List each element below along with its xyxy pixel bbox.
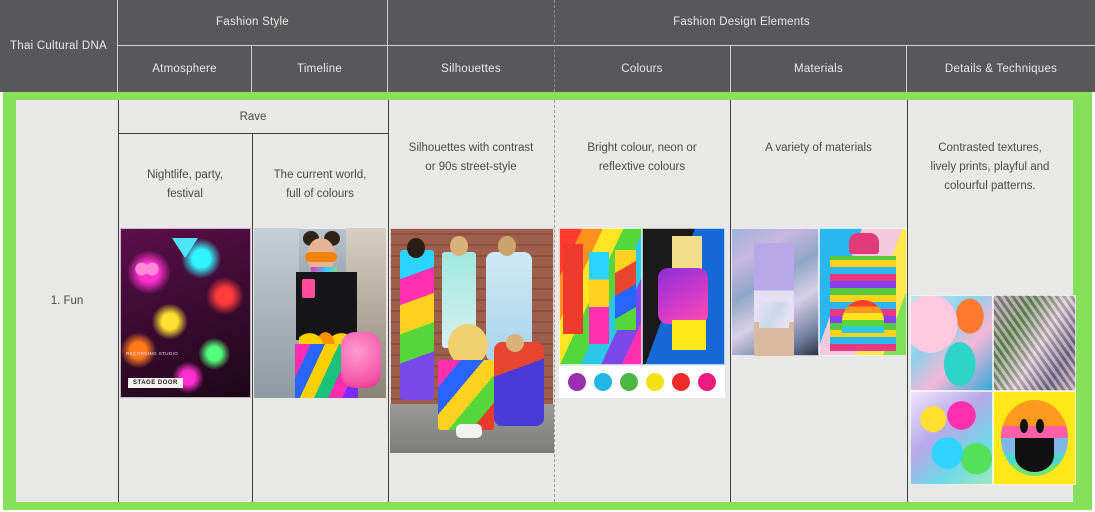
holographic-outfit-model [753,243,795,356]
woman-print-dress [615,250,636,330]
corner-header-thai-cultural-dna: Thai Cultural DNA [0,0,118,92]
group-header-fashion-style-label: Fashion Style [216,16,289,29]
grid-line-silhouettes-colours-dashed [554,100,555,502]
body-cell-silhouettes-text: Silhouettes with contrast or 90s street-… [408,142,534,173]
column-header-details-label: Details & Techniques [944,62,1058,75]
tie-dye-print-swatch [910,391,993,485]
merged-cell-rave: Rave [118,100,388,133]
rainbow-knit-sweater-backpack-photo [819,228,907,356]
neon-arcade-photo: RECORDING STUDIO STAGE DOOR [120,228,251,398]
body-cell-materials-text: A variety of materials [765,142,872,154]
smiley-eye-right [1036,419,1044,434]
body-cell-details-text: Contrasted textures, lively prints, play… [930,142,1050,192]
neon-stage-door-label: STAGE DOOR [128,378,183,388]
column-header-details-techniques: Details & Techniques [907,45,1095,92]
woman-print-jumpsuit [589,252,609,344]
white-sneakers [456,424,482,438]
body-cell-colours-text: Bright colour, neon or reflextive colour… [587,142,697,173]
group-header-fashion-style: Fashion Style [118,0,388,45]
column-header-materials-label: Materials [794,62,843,75]
yellow-shorts [672,320,706,350]
grid-line-atmosphere-timeline [252,134,253,502]
grid-line-materials-details [907,100,908,502]
star-cap [848,233,879,254]
purple-fur-jacket [658,268,708,324]
column-header-timeline-label: Timeline [296,62,343,75]
smiley-eye-left [1020,419,1028,434]
street-style-neon-outfit-photo [254,228,386,398]
swatch-green [620,373,638,391]
neon-cocktail-sign [172,238,198,258]
smiley-mouth [1014,438,1055,472]
body-cell-atmosphere-text: Nightlife, party, festival [147,169,223,200]
column-header-atmosphere: Atmosphere [118,45,252,92]
holographic-shorts [759,302,790,328]
column-header-silhouettes-label: Silhouettes [441,62,501,75]
neon-heart-sign [134,262,160,284]
person-1-coat [400,250,434,400]
swatch-red [672,373,690,391]
row-label: 1. Fun [50,295,84,307]
merged-cell-rave-text: Rave [239,111,267,123]
grid-line-timeline-silhouettes [388,100,389,502]
person-2-head [450,236,468,256]
person-5-head [506,334,524,352]
swatch-cyan [594,373,612,391]
fashion-dna-table: Thai Cultural DNA Fashion Style Fashion … [0,0,1095,512]
group-header-fashion-design-elements: Fashion Design Elements [388,0,1095,45]
woman-red-coat [563,244,583,334]
person-3-head [498,236,516,256]
gradient-smiley-face-graphic [993,391,1076,485]
column-header-materials: Materials [730,45,907,92]
swatch-magenta [698,373,716,391]
grid-line-after-row-label [118,100,119,502]
swatch-yellow [646,373,664,391]
street-background-left [254,228,299,398]
column-header-colours-label: Colours [621,62,663,75]
column-header-atmosphere-label: Atmosphere [152,62,217,75]
pink-phone [301,279,315,298]
person-5-fur-coat [494,342,544,426]
holographic-iridescent-outfit-photo [731,228,819,356]
column-header-silhouettes: Silhouettes [388,45,554,92]
person-4-outfit [438,360,494,430]
row-label-cell: 1. Fun [16,100,118,502]
three-women-rainbow-wall-photo [559,228,642,365]
pink-fur-bag [340,331,381,388]
person-1-head [407,238,425,258]
swatch-purple [568,373,586,391]
header-dashed-divider [554,0,555,92]
group-of-five-rave-outfits-brick-wall-photo [390,228,554,453]
column-header-colours: Colours [554,45,730,92]
neon-recording-studio-label: RECORDING STUDIO [126,351,179,356]
group-header-fashion-design-elements-label: Fashion Design Elements [673,16,810,29]
pastel-fabric-texture-swatch [910,295,993,391]
orange-sunglasses [305,251,338,262]
crumpled-iridescent-texture-swatch [993,295,1076,391]
colour-swatch-bar [559,366,725,398]
corner-header-label: Thai Cultural DNA [10,39,107,52]
purple-fur-jacket-yellow-shorts-photo [642,228,725,365]
body-cell-timeline-text: The current world, full of colours [273,169,367,200]
column-header-timeline: Timeline [252,45,388,92]
